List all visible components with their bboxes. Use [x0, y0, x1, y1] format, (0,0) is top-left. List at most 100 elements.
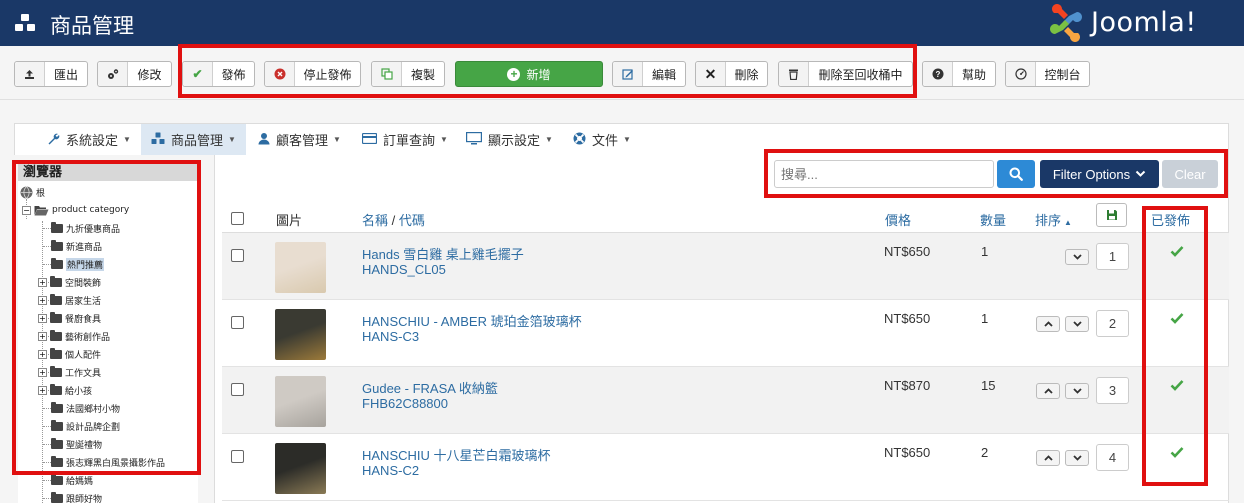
help-button[interactable]: ? 幫助	[922, 61, 996, 87]
row-checkbox[interactable]	[231, 249, 244, 262]
published-check-icon[interactable]	[1170, 312, 1184, 324]
nav-item-products[interactable]: 商品管理 ▼	[141, 124, 246, 155]
col-header-price[interactable]: 價格	[885, 210, 911, 229]
nav-item-docs[interactable]: 文件 ▼	[563, 124, 641, 155]
collapse-icon[interactable]: −	[22, 205, 31, 215]
tree-item[interactable]: + 居家生活	[38, 291, 101, 309]
product-code-link[interactable]: HANS-C2	[362, 463, 419, 478]
expand-icon[interactable]: +	[38, 277, 47, 287]
table-row: Hands 雪白雞 桌上雞毛擺子 HANDS_CL05 NT$650 1 1	[222, 233, 1229, 300]
product-code-link[interactable]: FHB62C88800	[362, 396, 448, 411]
filter-options-button[interactable]: Filter Options	[1040, 160, 1159, 188]
ordering-input[interactable]: 1	[1096, 243, 1129, 270]
sort-by-code-link[interactable]: 代碼	[399, 213, 425, 228]
move-down-button[interactable]	[1065, 383, 1089, 399]
col-header-published[interactable]: 已發佈	[1151, 210, 1190, 229]
tree-item[interactable]: + 給小孩	[38, 381, 92, 399]
delete-button[interactable]: ✕ 刪除	[695, 61, 768, 87]
tree-item-product-category[interactable]: − product category	[22, 201, 129, 219]
move-up-button[interactable]	[1036, 383, 1060, 399]
product-quantity: 2	[981, 445, 989, 460]
trash-button[interactable]: 刪除至回收桶中	[778, 61, 913, 87]
chevron-up-icon	[1043, 388, 1053, 394]
move-down-button[interactable]	[1065, 316, 1089, 332]
clear-button[interactable]: Clear	[1162, 160, 1218, 188]
expand-icon[interactable]: +	[38, 349, 47, 359]
tree-item[interactable]: + 個人配件	[38, 345, 101, 363]
product-quantity: 1	[981, 311, 989, 326]
published-check-icon[interactable]	[1170, 379, 1184, 391]
published-check-icon[interactable]	[1170, 245, 1184, 257]
move-down-button[interactable]	[1065, 450, 1089, 466]
select-all-checkbox[interactable]	[231, 212, 244, 225]
product-thumbnail[interactable]	[275, 443, 326, 494]
move-down-button[interactable]	[1065, 249, 1089, 265]
options-button[interactable]: 修改	[97, 61, 172, 87]
tree-item[interactable]: 新進商品	[51, 237, 102, 255]
new-button[interactable]: + 新增	[455, 61, 603, 87]
published-check-icon[interactable]	[1170, 446, 1184, 458]
unpublish-button[interactable]: 停止發佈	[264, 61, 361, 87]
product-name-link[interactable]: Gudee - FRASA 收納籃	[362, 378, 498, 397]
row-checkbox[interactable]	[231, 316, 244, 329]
product-thumbnail[interactable]	[275, 309, 326, 360]
nav-item-display[interactable]: 顯示設定 ▼	[456, 124, 563, 155]
row-checkbox[interactable]	[231, 450, 244, 463]
tree-guide	[43, 228, 51, 229]
publish-button[interactable]: ✔ 發佈	[182, 61, 255, 87]
tree-root[interactable]: 根	[20, 183, 45, 201]
dashboard-button[interactable]: 控制台	[1005, 61, 1090, 87]
col-header-ordering[interactable]: 排序 ▲	[1035, 210, 1072, 229]
export-button[interactable]: 匯出	[14, 61, 88, 87]
tree-item[interactable]: + 空間裝飾	[38, 273, 101, 291]
col-header-name-code[interactable]: 名稱 / 代碼	[362, 210, 425, 229]
product-code-link[interactable]: HANS-C3	[362, 329, 419, 344]
folder-icon	[51, 491, 63, 503]
tree-item[interactable]: + 工作文具	[38, 363, 101, 381]
move-up-button[interactable]	[1036, 450, 1060, 466]
expand-icon[interactable]: +	[38, 385, 47, 395]
ordering-input[interactable]: 2	[1096, 310, 1129, 337]
expand-icon[interactable]: +	[38, 313, 47, 323]
ordering-input[interactable]: 4	[1096, 444, 1129, 471]
ordering-input[interactable]: 3	[1096, 377, 1129, 404]
product-thumbnail[interactable]	[275, 242, 326, 293]
nav-item-system[interactable]: 系統設定 ▼	[37, 124, 141, 155]
product-thumbnail[interactable]	[275, 376, 326, 427]
col-header-quantity[interactable]: 數量	[980, 210, 1006, 229]
search-button[interactable]	[997, 160, 1035, 188]
product-code-link[interactable]: HANDS_CL05	[362, 262, 446, 277]
tree-item[interactable]: 張志輝黑白風景攝影作品	[51, 453, 165, 471]
caret-down-icon: ▼	[123, 135, 131, 144]
tree-item[interactable]: + 餐廚食具	[38, 309, 101, 327]
product-name-link[interactable]: HANSCHIU 十八星芒白霜玻璃杯	[362, 445, 551, 464]
tree-item[interactable]: 熱門推薦	[51, 255, 105, 273]
row-checkbox[interactable]	[231, 383, 244, 396]
product-name-link[interactable]: Hands 雪白雞 桌上雞毛擺子	[362, 244, 524, 263]
tree-item[interactable]: 九折優惠商品	[51, 219, 120, 237]
tree-item[interactable]: 法國鄉村小物	[51, 399, 120, 417]
nav-item-orders[interactable]: 訂單查詢 ▼	[352, 124, 458, 155]
tree-item[interactable]: 設計品牌企劃	[51, 417, 120, 435]
tree-guide	[43, 462, 51, 463]
chevron-down-icon	[1072, 321, 1082, 327]
tree-item[interactable]: + 藝術創作品	[38, 327, 110, 345]
chevron-down-icon	[1135, 170, 1146, 177]
joomla-logo[interactable]: Joomla!	[1046, 4, 1236, 42]
tree-item[interactable]: 聖誕禮物	[51, 435, 102, 453]
move-up-button[interactable]	[1036, 316, 1060, 332]
edit-icon	[613, 62, 643, 86]
tree-item[interactable]: 跟師好物	[51, 489, 102, 503]
save-order-button[interactable]	[1096, 203, 1127, 227]
product-name-link[interactable]: HANSCHIU - AMBER 琥珀金箔玻璃杯	[362, 311, 582, 330]
edit-button[interactable]: 編輯	[612, 61, 686, 87]
nav-item-customers[interactable]: 顧客管理 ▼	[248, 124, 351, 155]
expand-icon[interactable]: +	[38, 295, 47, 305]
expand-icon[interactable]: +	[38, 367, 47, 377]
folder-icon	[50, 383, 62, 395]
tree-item[interactable]: 給媽媽	[51, 471, 93, 489]
copy-button[interactable]: 複製	[371, 61, 445, 87]
search-input[interactable]	[774, 160, 994, 188]
expand-icon[interactable]: +	[38, 331, 47, 341]
sort-by-name-link[interactable]: 名稱	[362, 213, 388, 228]
